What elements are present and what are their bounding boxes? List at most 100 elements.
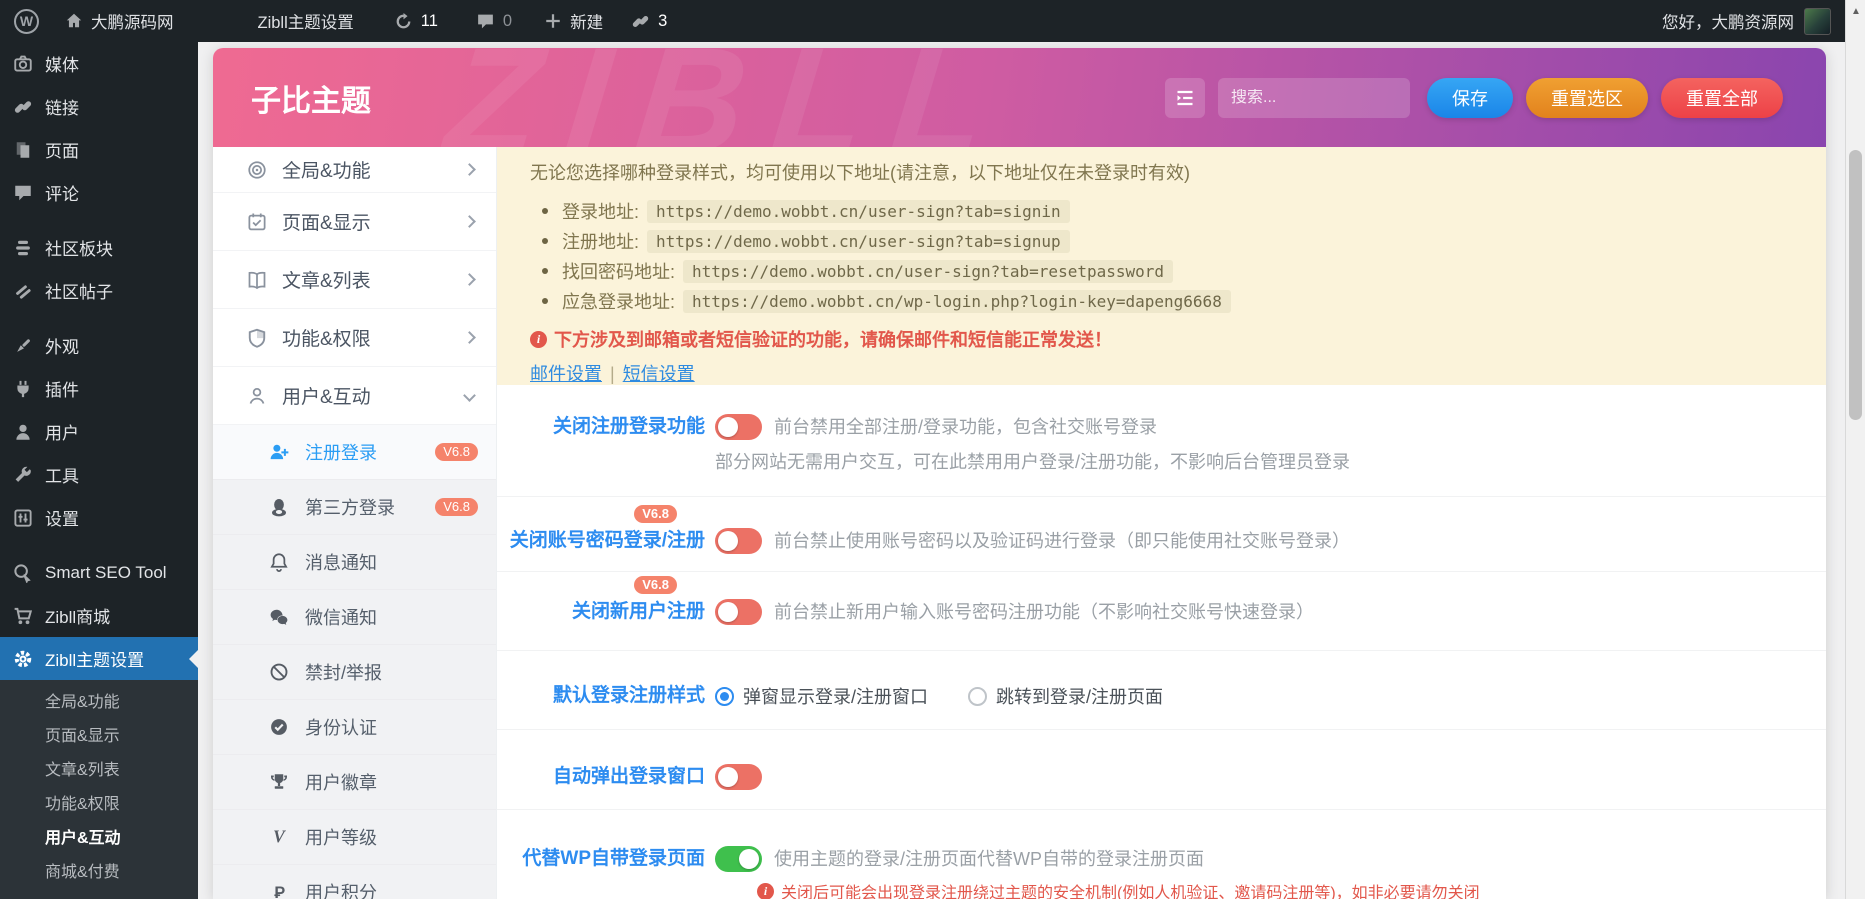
subnav-item-third-party-login[interactable]: 第三方登录 V6.8	[213, 480, 496, 535]
toggle-disable-password-login[interactable]	[715, 528, 762, 554]
greeting[interactable]: 您好，大鹏资源网	[1662, 9, 1794, 33]
reset-all-button[interactable]: 重置全部	[1661, 78, 1783, 118]
address-line: 应急登录地址: https://demo.wobbt.cn/wp-login.p…	[530, 286, 1786, 316]
scrollbar[interactable]: ▲	[1845, 0, 1865, 899]
sidebar-item-zibll-settings[interactable]: Zibll主题设置	[0, 637, 198, 680]
nav-item-global[interactable]: 全局&功能	[213, 147, 496, 193]
subnav-item-register-login[interactable]: 注册登录 V6.8	[213, 425, 496, 480]
reset-section-button[interactable]: 重置选区	[1526, 78, 1648, 118]
scroll-up-icon[interactable]: ▲	[1846, 6, 1865, 17]
avatar[interactable]	[1804, 8, 1831, 35]
collapse-nav-button[interactable]	[1165, 78, 1205, 118]
address-label: 登录地址:	[562, 198, 639, 224]
sidebar-item-plugins[interactable]: 插件	[0, 367, 198, 410]
subnav-item-user-level[interactable]: V 用户等级	[213, 810, 496, 865]
address-url: https://demo.wobbt.cn/user-sign?tab=sign…	[647, 230, 1070, 253]
admin-bar-comments[interactable]: 0	[476, 12, 512, 31]
nav-item-page-display[interactable]: 页面&显示	[213, 193, 496, 251]
svg-text:V: V	[273, 827, 286, 847]
search-input[interactable]	[1218, 89, 1410, 107]
sidebar-item-links[interactable]: 链接	[0, 85, 198, 128]
chevron-right-icon	[463, 331, 476, 344]
subnav-item-user-points[interactable]: P 用户积分	[213, 865, 496, 899]
submenu-item-global[interactable]: 全局&功能	[0, 686, 198, 720]
sidebar-item-comments[interactable]: 评论	[0, 171, 198, 214]
admin-bar: W 大鹏源码网 Zibll主题设置 11 0 新建 3 您好，大鹏资源网	[0, 0, 1865, 42]
setting-label: 自动弹出登录窗口	[497, 764, 705, 790]
sidebar-item-seo[interactable]: Smart SEO Tool	[0, 551, 198, 594]
email-settings-link[interactable]: 邮件设置	[530, 364, 602, 384]
version-badge: V6.8	[435, 443, 478, 461]
pages-icon	[13, 140, 33, 160]
radio-unselected-icon	[968, 687, 987, 706]
submenu-item-article-list[interactable]: 文章&列表	[0, 754, 198, 788]
subnav-item-identity-verify[interactable]: 身份认证	[213, 700, 496, 755]
admin-bar-links[interactable]: 3	[631, 12, 667, 31]
svg-text:P: P	[274, 884, 285, 899]
sidebar-item-tools[interactable]: 工具	[0, 453, 198, 496]
nav-item-article-list[interactable]: 文章&列表	[213, 251, 496, 309]
toggle-disable-register-login[interactable]	[715, 414, 762, 440]
version-badge: V6.8	[634, 505, 677, 523]
admin-bar-updates[interactable]: 11	[394, 12, 438, 31]
wordpress-logo-icon[interactable]: W	[14, 9, 39, 34]
submenu-item-function-permission[interactable]: 功能&权限	[0, 788, 198, 822]
media-icon	[13, 54, 33, 74]
sidebar-item-appearance[interactable]: 外观	[0, 324, 198, 367]
sidebar-item-users[interactable]: 用户	[0, 410, 198, 453]
setting-label: 默认登录注册样式	[497, 683, 705, 709]
radio-option-popup[interactable]: 弹窗显示登录/注册窗口	[715, 683, 928, 709]
bullet-icon	[542, 208, 548, 214]
radio-selected-icon	[715, 687, 734, 706]
sidebar-item-settings[interactable]: 设置	[0, 496, 198, 539]
subnav-item-ban-report[interactable]: 禁封/举报	[213, 645, 496, 700]
sidebar-item-posts[interactable]: 社区帖子	[0, 269, 198, 312]
submenu-item-user-interaction[interactable]: 用户&互动	[0, 822, 198, 856]
updates-count: 11	[421, 12, 438, 31]
radio-option-redirect[interactable]: 跳转到登录/注册页面	[968, 683, 1163, 709]
admin-bar-site[interactable]: 大鹏源码网	[65, 9, 174, 33]
submenu-item-store-pay[interactable]: 商城&付费	[0, 856, 198, 890]
info-intro: 无论您选择哪种登录样式，均可使用以下地址(请注意，以下地址仅在未登录时有效)	[530, 160, 1786, 186]
user-plus-icon	[269, 442, 289, 462]
toggle-knob	[718, 767, 738, 787]
sidebar-item-pages[interactable]: 页面	[0, 128, 198, 171]
nav-item-user-interaction[interactable]: 用户&互动	[213, 367, 496, 425]
tools-icon	[13, 465, 33, 485]
subnav-item-user-badge[interactable]: 用户徽章	[213, 755, 496, 810]
appearance-icon	[13, 336, 33, 356]
page-link-label: Zibll主题设置	[258, 9, 354, 33]
bell-icon	[269, 552, 289, 572]
toggle-auto-popup-login[interactable]	[715, 764, 762, 790]
sidebar-item-store[interactable]: Zibll商城	[0, 594, 198, 637]
submenu-item-page-display[interactable]: 页面&显示	[0, 720, 198, 754]
settings-icon	[13, 508, 33, 528]
version-badge: V6.8	[634, 576, 677, 594]
nav-item-function-permission[interactable]: 功能&权限	[213, 309, 496, 367]
address-label: 找回密码地址:	[562, 258, 675, 284]
link-icon	[13, 97, 33, 117]
setting-desc: 前台禁止使用账号密码以及验证码进行登录（即只能使用社交账号登录）	[774, 528, 1350, 554]
version-badge: V6.8	[435, 498, 478, 516]
toggle-disable-new-user-register[interactable]	[715, 599, 762, 625]
setting-row-default-login-style: 默认登录注册样式 弹窗显示登录/注册窗口 跳转到登录/注册页面	[497, 650, 1826, 729]
toggle-knob	[718, 531, 738, 551]
sms-settings-link[interactable]: 短信设置	[623, 364, 695, 384]
subnav-item-wechat-notify[interactable]: 微信通知	[213, 590, 496, 645]
sidebar-item-media[interactable]: 媒体	[0, 42, 198, 85]
setting-row-disable-new-user-register: V6.8 关闭新用户注册 前台禁止新用户输入账号密码注册功能（不影响社交账号快速…	[497, 571, 1826, 650]
setting-desc: 前台禁止新用户输入账号密码注册功能（不影响社交账号快速登录）	[774, 599, 1314, 625]
save-button[interactable]: 保存	[1427, 78, 1513, 118]
comment-icon	[476, 12, 495, 31]
admin-bar-page-link[interactable]: Zibll主题设置	[258, 9, 354, 33]
toggle-replace-wp-login[interactable]	[715, 846, 762, 872]
sidebar-item-forum[interactable]: 社区板块	[0, 226, 198, 269]
scrollbar-thumb[interactable]	[1849, 150, 1862, 420]
target-icon	[247, 160, 267, 180]
admin-bar-new[interactable]: 新建	[544, 9, 603, 33]
info-icon: i	[757, 883, 774, 899]
subnav-item-message-notify[interactable]: 消息通知	[213, 535, 496, 590]
setting-label: 关闭账号密码登录/注册	[510, 530, 705, 551]
article-icon	[247, 270, 267, 290]
setting-desc: 前台禁用全部注册/登录功能，包含社交账号登录	[774, 414, 1157, 440]
